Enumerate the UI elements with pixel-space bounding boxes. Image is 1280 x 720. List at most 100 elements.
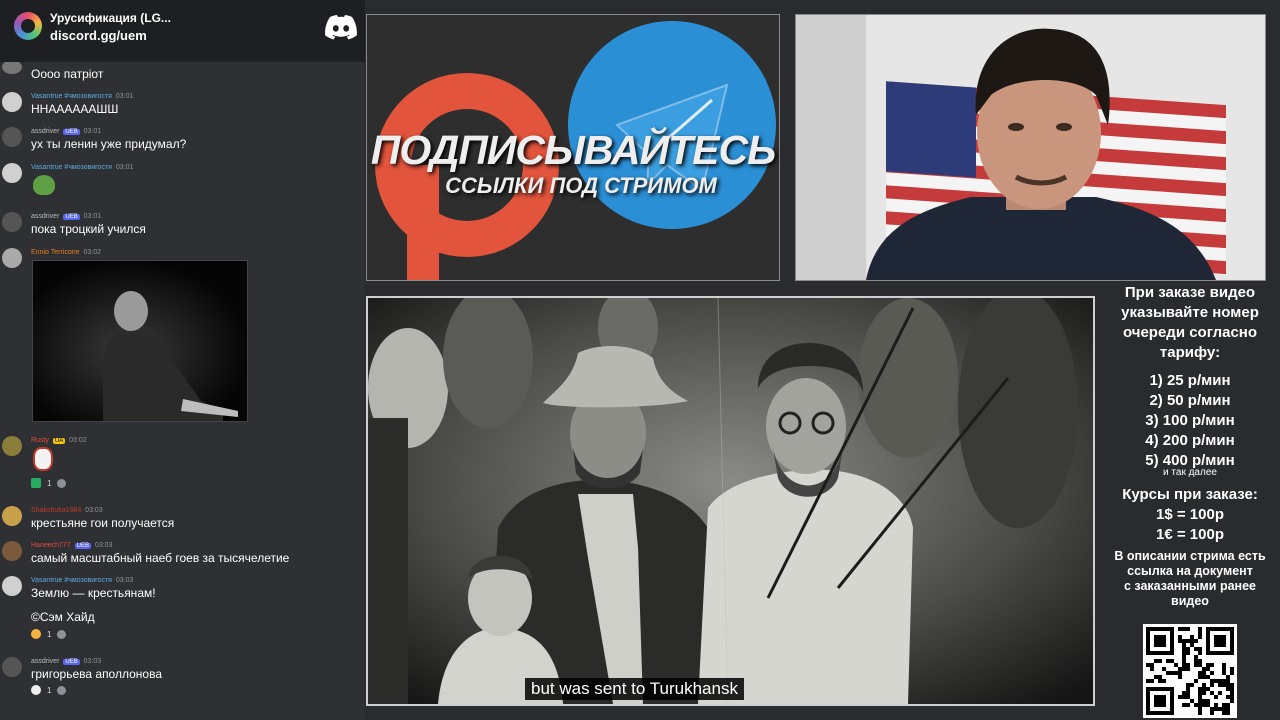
message-text: самый масштабный наеб гоев за тысячелети… [31, 551, 290, 565]
timestamp: 03:01 [83, 213, 102, 220]
info-heading-line: тарифу: [1159, 344, 1221, 361]
timestamp: 03:02 [83, 249, 101, 256]
info-heading-line: указывайте номер [1121, 304, 1259, 321]
username[interactable]: assdriver [31, 213, 59, 220]
username[interactable]: Shakshuka1984 [31, 507, 81, 514]
qr-code[interactable] [1143, 624, 1237, 718]
message-meta: Ennio Terricone 03:02 [31, 249, 101, 256]
user-avatar[interactable] [2, 248, 22, 268]
role-badge: UEB [74, 543, 91, 549]
username[interactable]: Ennio Terricone [31, 249, 80, 256]
rate-item: 1$ = 100р [1156, 506, 1224, 523]
username[interactable]: Vasantrue #чмозовигостя [31, 93, 112, 100]
timestamp: 03:01 [115, 164, 134, 171]
tariff-item: 4) 200 р/мин [1145, 432, 1235, 449]
message-text: Землю — крестьянам! [31, 586, 156, 600]
message-meta: Haneech777 UEB 03:03 [31, 542, 112, 549]
username[interactable]: assdriver [31, 658, 59, 665]
discord-chat-overlay: Урусификация (LG... discord.gg/uem Оооо … [0, 0, 365, 720]
discord-logo-icon [325, 15, 357, 40]
timestamp: 03:01 [83, 128, 102, 135]
role-badge: UA [52, 438, 66, 444]
archival-film-frame [368, 298, 1093, 704]
username[interactable]: assdriver [31, 128, 59, 135]
reaction-bar[interactable]: 1 [31, 683, 67, 697]
reaction-bar[interactable]: 1 [31, 476, 67, 490]
user-avatar[interactable] [2, 92, 22, 112]
portrait-photo [33, 261, 247, 421]
add-reaction-icon[interactable] [57, 685, 67, 695]
reaction-bar[interactable]: 1 [31, 627, 67, 641]
info-heading-line: При заказе видео [1124, 284, 1256, 301]
user-avatar[interactable] [2, 506, 22, 526]
add-reaction-icon[interactable] [57, 629, 67, 639]
username[interactable]: Vasantrue #чмозовигостя [31, 164, 112, 171]
timestamp: 03:03 [83, 658, 102, 665]
add-reaction-icon[interactable] [57, 478, 67, 488]
reaction-emoji-icon[interactable] [31, 685, 41, 695]
message-text: Оооо патріот [31, 67, 104, 81]
info-heading-line: очереди согласно [1122, 324, 1258, 341]
message-meta: assdriver UEB 03:03 [31, 658, 101, 665]
user-avatar[interactable] [2, 576, 22, 596]
role-badge: UEB [63, 659, 80, 665]
user-avatar[interactable] [2, 541, 22, 561]
username[interactable]: Haneech777 [31, 542, 71, 549]
reaction-emoji-icon[interactable] [31, 629, 41, 639]
pepe-sticker-icon [33, 175, 55, 195]
timestamp: 03:03 [94, 542, 113, 549]
role-badge: UEB [63, 214, 80, 220]
tariff-item: 2) 50 р/мин [1149, 392, 1231, 409]
message-meta: Vasantrue #чмозовигостя 03:01 [31, 164, 133, 171]
message-text: пока троцкий учился [31, 222, 146, 236]
user-avatar[interactable] [2, 436, 22, 456]
webcam-scene [796, 15, 1265, 280]
message-text: ух ты ленин уже придумал? [31, 137, 187, 151]
description-line: ссылка на документ [1127, 564, 1253, 578]
message-meta: Vasantrue #чмозовигостя 03:01 [31, 93, 133, 100]
user-avatar[interactable] [2, 127, 22, 147]
promo-subtitle: ССЫЛКИ ПОД СТРИМОМ [445, 173, 717, 198]
sticker-icon [33, 447, 53, 471]
user-avatar[interactable] [2, 657, 22, 677]
reaction-count: 1 [47, 629, 52, 639]
server-invite-link[interactable]: discord.gg/uem [50, 28, 147, 43]
webcam-feed [795, 14, 1266, 281]
server-header[interactable]: Урусификация (LG... discord.gg/uem [0, 0, 365, 62]
tariff-etc: и так далее [1163, 467, 1217, 478]
main-video-player[interactable]: but was sent to Turukhansk [366, 296, 1095, 706]
timestamp: 03:03 [85, 507, 103, 514]
timestamp: 03:01 [115, 93, 134, 100]
reaction-count: 1 [47, 685, 52, 695]
username[interactable]: Vasantrue #чмозовигостя [31, 577, 112, 584]
message-meta: Vasantrue #чмозовигостя 03:03 [31, 577, 133, 584]
reaction-emoji-icon[interactable] [31, 478, 41, 488]
message-text: ©Сэм Хайд [31, 610, 95, 624]
promo-title: ПОДПИСЫВАЙТЕСЬ [370, 127, 776, 173]
message-meta: assdriver UEB 03:01 [31, 128, 101, 135]
user-avatar[interactable] [2, 163, 22, 183]
user-avatar[interactable] [2, 212, 22, 232]
video-subtitle: but was sent to Turukhansk [525, 678, 744, 700]
qr-code-icon [1146, 627, 1234, 715]
tariff-item: 3) 100 р/мин [1145, 412, 1235, 429]
tariff-item: 1) 25 р/мин [1149, 372, 1231, 389]
role-badge: UEB [63, 129, 80, 135]
timestamp: 03:03 [115, 577, 134, 584]
user-avatar[interactable] [2, 60, 22, 74]
rate-item: 1€ = 100р [1156, 526, 1224, 543]
message-meta: Rusty UA 03:02 [31, 437, 87, 444]
description-line: В описании стрима есть [1114, 549, 1266, 563]
description-line: с заказанными ранее [1123, 579, 1256, 593]
server-icon[interactable] [14, 12, 42, 40]
subscribe-banner: ПОДПИСЫВАЙТЕСЬ ССЫЛКИ ПОД СТРИМОМ [366, 14, 780, 281]
timestamp: 03:02 [69, 437, 87, 444]
message-text: григорьева аполлонова [31, 667, 162, 681]
description-line: видео [1171, 594, 1209, 608]
server-name: Урусификация (LG... [50, 11, 171, 25]
attached-image[interactable] [32, 260, 248, 422]
reaction-count: 1 [47, 478, 52, 488]
order-info-panel: При заказе видео указывайте номер очеред… [1100, 283, 1280, 609]
username[interactable]: Rusty [31, 437, 49, 444]
message-text: ННААААААШШ [31, 102, 119, 116]
